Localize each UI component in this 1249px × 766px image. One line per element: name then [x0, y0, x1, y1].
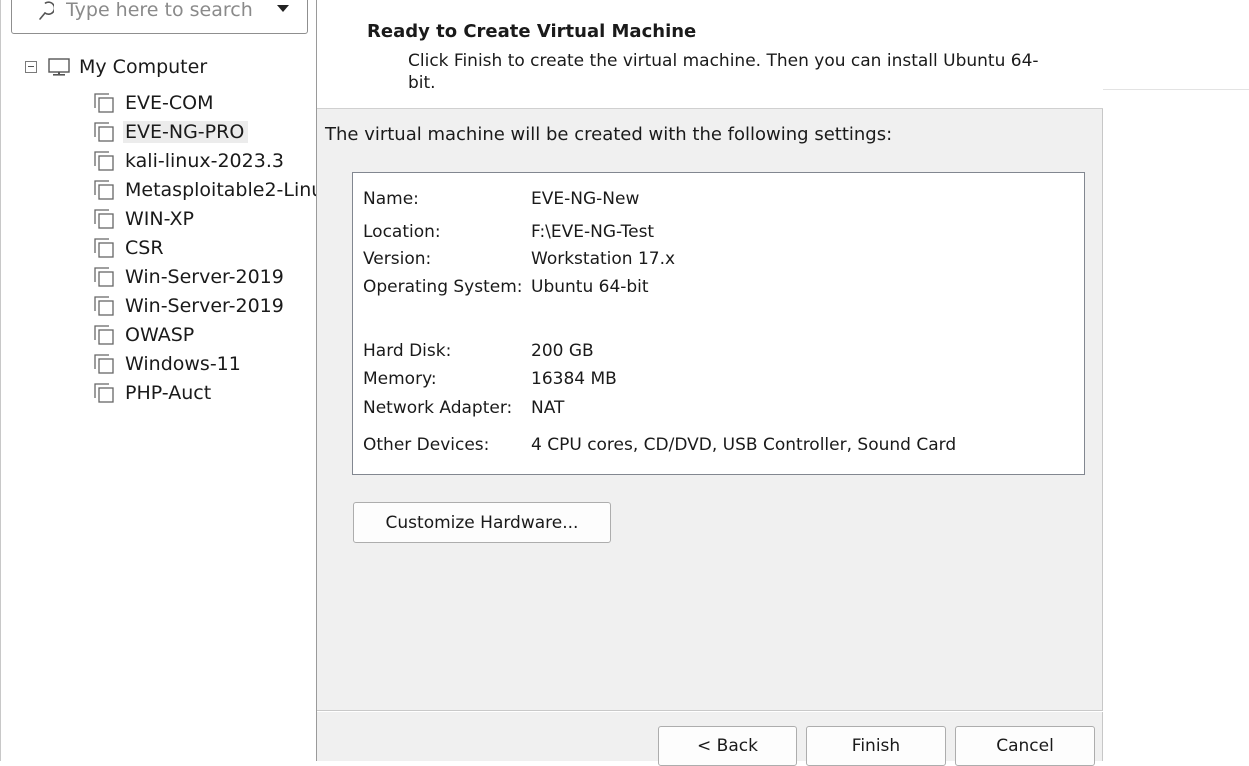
- setting-label: Memory:: [363, 369, 437, 389]
- collapse-icon[interactable]: [25, 61, 37, 73]
- setting-value: Ubuntu 64-bit: [531, 277, 649, 297]
- vm-list-item[interactable]: Windows-11: [91, 349, 317, 378]
- setting-label: Hard Disk:: [363, 341, 452, 361]
- wizard-title: Ready to Create Virtual Machine: [367, 21, 697, 42]
- back-button[interactable]: < Back: [658, 726, 797, 766]
- setting-label: Version:: [363, 249, 432, 269]
- vm-list-item[interactable]: EVE-NG-PRO: [91, 117, 317, 146]
- vm-list-item[interactable]: kali-linux-2023.3: [91, 146, 317, 175]
- tree-root-my-computer[interactable]: My Computer: [25, 52, 207, 82]
- vm-icon: [94, 382, 114, 403]
- search-input[interactable]: [66, 0, 266, 25]
- setting-row: Location: F:\EVE-NG-Test: [363, 218, 654, 246]
- vm-list-item-label: Win-Server-2019: [125, 294, 284, 317]
- setting-label: Operating System:: [363, 277, 523, 297]
- vm-list-item-label: kali-linux-2023.3: [125, 149, 284, 172]
- vm-icon: [94, 266, 114, 287]
- vm-list-item[interactable]: Win-Server-2019: [91, 291, 317, 320]
- vm-list-item[interactable]: PHP-Auct: [91, 378, 317, 407]
- setting-row: Name: EVE-NG-New: [363, 185, 639, 213]
- background-window-divider: [1103, 89, 1249, 90]
- vm-icon: [94, 150, 114, 171]
- vm-list: EVE-COM EVE-NG-PRO kali-linux-2023.3 Metasp…: [91, 88, 321, 407]
- vm-list-item-label: EVE-COM: [125, 91, 214, 114]
- vm-icon: [94, 179, 114, 200]
- setting-value: 200 GB: [531, 341, 594, 361]
- setting-label: Network Adapter:: [363, 398, 513, 418]
- setting-row: Other Devices: 4 CPU cores, CD/DVD, USB C…: [363, 431, 956, 459]
- setting-value: EVE-NG-New: [531, 189, 640, 209]
- vm-icon: [94, 353, 114, 374]
- library-sidebar: My Computer EVE-COM EVE-NG-PRO kali-linux-…: [0, 0, 317, 761]
- vm-list-item[interactable]: EVE-COM: [91, 88, 317, 117]
- cancel-button[interactable]: Cancel: [955, 726, 1095, 766]
- setting-value: F:\EVE-NG-Test: [531, 222, 655, 242]
- setting-row: Memory: 16384 MB: [363, 365, 617, 393]
- footer-divider-highlight: [317, 711, 1103, 712]
- computer-icon: [48, 58, 70, 76]
- vm-icon: [94, 237, 114, 258]
- vm-icon: [94, 121, 114, 142]
- vm-list-item[interactable]: CSR: [91, 233, 317, 262]
- vm-list-item-label: EVE-NG-PRO: [123, 120, 249, 143]
- vm-list-item[interactable]: Metasploitable2-Linux: [91, 175, 317, 204]
- finish-button[interactable]: Finish: [806, 726, 946, 766]
- vm-list-item-label: WIN-XP: [125, 207, 194, 230]
- setting-row: Operating System: Ubuntu 64-bit: [363, 273, 649, 301]
- setting-label: Other Devices:: [363, 435, 490, 455]
- setting-value: NAT: [531, 398, 565, 418]
- setting-row: Hard Disk: 200 GB: [363, 337, 594, 365]
- new-vm-wizard-dialog: Ready to Create Virtual Machine Click Fi…: [316, 0, 1103, 766]
- customize-hardware-button[interactable]: Customize Hardware...: [353, 502, 611, 543]
- library-search-box[interactable]: [11, 0, 308, 34]
- settings-intro-text: The virtual machine will be created with…: [325, 124, 893, 145]
- vm-list-item[interactable]: OWASP: [91, 320, 317, 349]
- vm-list-item-label: PHP-Auct: [125, 381, 212, 404]
- vm-list-item-label: Win-Server-2019: [125, 265, 284, 288]
- vm-icon: [94, 324, 114, 345]
- settings-summary-box: Name: EVE-NG-New Location: F:\EVE-NG-Test Ve…: [352, 172, 1085, 475]
- wizard-description: Click Finish to create the virtual machi…: [408, 51, 1039, 93]
- setting-label: Location:: [363, 222, 441, 242]
- vm-list-item[interactable]: WIN-XP: [91, 204, 317, 233]
- vm-icon: [94, 92, 114, 113]
- search-icon: [39, 1, 54, 20]
- tree-root-label: My Computer: [79, 56, 208, 78]
- vm-list-item[interactable]: Win-Server-2019: [91, 262, 317, 291]
- vm-list-item-label: Windows-11: [125, 352, 241, 375]
- setting-row: Version: Workstation 17.x: [363, 245, 675, 273]
- vm-list-item-label: CSR: [125, 236, 164, 259]
- setting-value: 16384 MB: [531, 369, 617, 389]
- vm-icon: [94, 208, 114, 229]
- dropdown-arrow-icon[interactable]: [274, 0, 292, 19]
- setting-row: Network Adapter: NAT: [363, 394, 564, 422]
- setting-label: Name:: [363, 189, 419, 209]
- setting-value: Workstation 17.x: [531, 249, 676, 269]
- wizard-header: Ready to Create Virtual Machine Click Fi…: [317, 0, 1103, 109]
- vm-icon: [94, 295, 114, 316]
- setting-value: 4 CPU cores, CD/DVD, USB Controller, Sou…: [531, 435, 957, 455]
- vm-list-item-label: Metasploitable2-Linux: [125, 178, 317, 201]
- vm-list-item-label: OWASP: [125, 323, 195, 346]
